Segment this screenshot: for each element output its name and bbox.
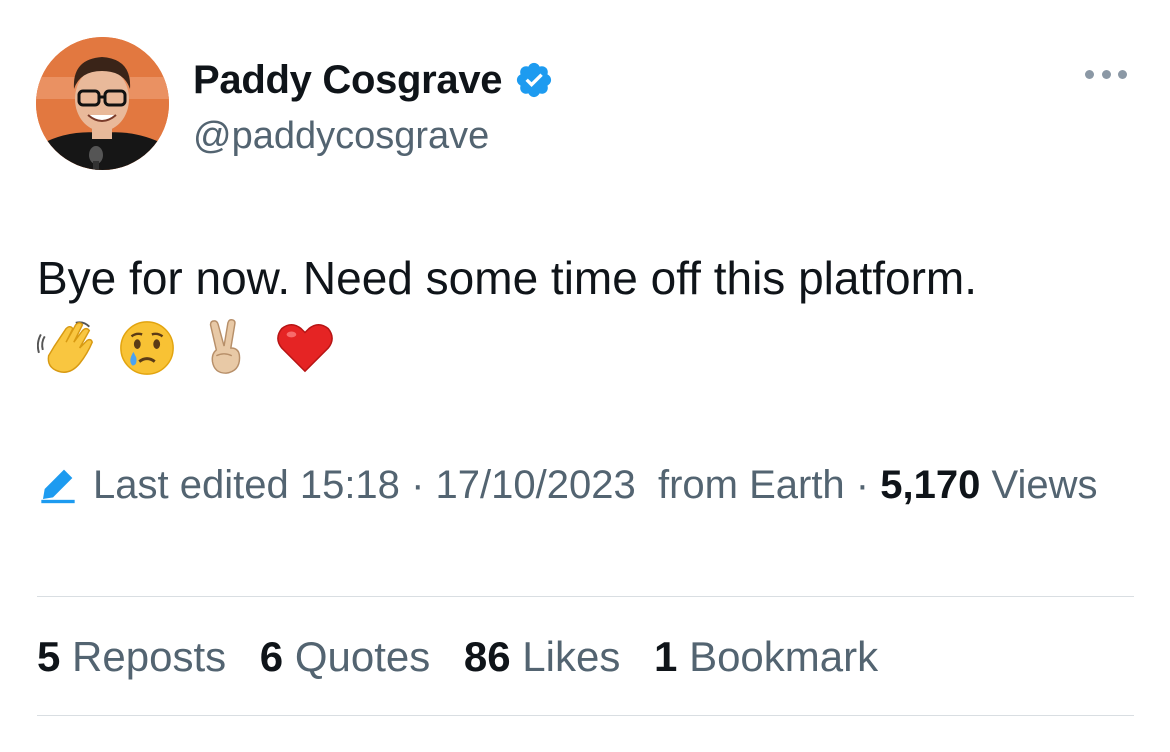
pencil-edit-icon [41,469,75,504]
quotes-stat[interactable]: 6 Quotes [260,633,430,680]
crying-face-icon [120,321,174,375]
stat-label: Quotes [294,633,431,680]
stat-count: 1 [654,633,678,680]
avatar-image [36,37,169,170]
stat-label: Bookmark [689,633,879,680]
avatar[interactable] [36,37,169,170]
more-options-icon[interactable] [1085,67,1127,81]
views-label: Views [991,463,1098,507]
tweet-text: Bye for now. Need some time off this pla… [37,252,978,304]
handle[interactable]: @paddycosgrave [193,115,489,158]
red-heart-icon [277,324,333,373]
stat-count: 86 [463,633,511,680]
divider [37,715,1134,716]
reposts-stat[interactable]: 5 Reposts [37,633,226,680]
tweet-date[interactable]: 17/10/2023 [436,463,636,507]
divider [37,596,1134,597]
engagement-stats: 5 Reposts 6 Quotes 86 Likes 1 Bookmark [37,630,900,684]
stat-count: 6 [259,633,284,680]
edited-label[interactable]: Last edited [93,463,289,507]
likes-stat[interactable]: 86 Likes [464,633,620,680]
tweet-header: Paddy Cosgrave @paddycosgrave [36,37,1136,172]
dot [1085,69,1094,79]
emoji-row [37,318,353,378]
stat-label: Likes [522,633,621,680]
stat-count: 5 [37,633,61,680]
name-row: Paddy Cosgrave [193,55,554,105]
verified-badge-icon [517,62,552,98]
separator: · [411,463,425,507]
stat-label: Reposts [72,633,227,680]
separator: · [855,463,870,507]
display-name[interactable]: Paddy Cosgrave [193,58,503,103]
bookmarks-stat[interactable]: 1 Bookmark [654,633,878,680]
waving-hand-icon [37,321,93,373]
tweet-meta: Last edited 15:18 · 17/10/2023 from Eart… [37,460,1127,510]
dot [1118,69,1127,79]
tweet: Paddy Cosgrave @paddycosgrave Bye for no… [0,0,1170,752]
victory-hand-icon [209,318,241,374]
tweet-source: from Earth [657,463,845,507]
dot [1101,69,1111,79]
tweet-time[interactable]: 15:18 [300,463,400,507]
views-count: 5,170 [880,463,981,507]
